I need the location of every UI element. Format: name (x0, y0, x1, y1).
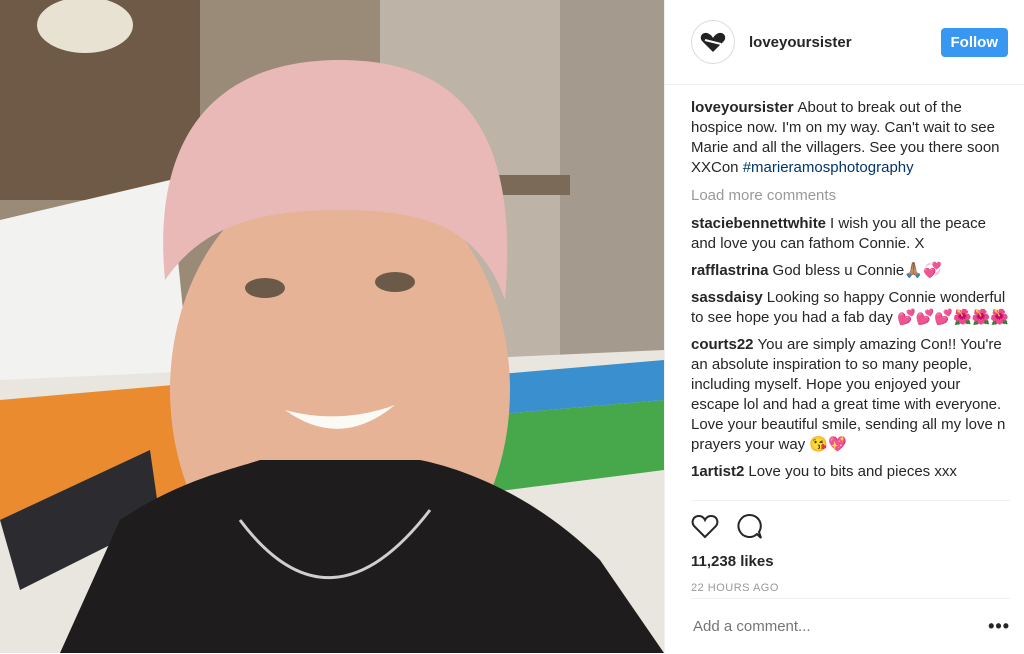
follow-button[interactable]: Follow (940, 27, 1008, 57)
comment: courts22 You are simply amazing Con!! You… (691, 335, 1010, 455)
comment-author[interactable]: courts22 (691, 336, 754, 353)
comment: rafflastrina God bless u Connie🙏🏽💞 (691, 261, 1010, 281)
comment-author[interactable]: sassdaisy (691, 289, 763, 306)
post-timestamp[interactable]: 22 HOURS AGO (691, 582, 1010, 594)
avatar[interactable] (691, 20, 735, 64)
load-more-comments[interactable]: Load more comments (691, 186, 1010, 206)
heart-icon[interactable] (691, 513, 719, 539)
comment-author[interactable]: staciebennettwhite (691, 215, 826, 232)
post-header: loveyoursister Follow (665, 0, 1024, 85)
heart-logo-icon (700, 32, 726, 52)
comment-author[interactable]: rafflastrina (691, 262, 769, 279)
action-icons (691, 511, 1010, 541)
caption-author[interactable]: loveyoursister (691, 99, 794, 116)
selfie-image (0, 0, 664, 653)
comments-list: loveyoursister About to break out of the … (691, 98, 1010, 502)
add-comment-bar: ••• (691, 598, 1010, 654)
comment-text: You are simply amazing Con!! You're an a… (691, 336, 1006, 453)
comment: 1artist2 Love you to bits and pieces xxx (691, 462, 1010, 482)
post-sidebar: loveyoursister Follow loveyoursister Abou… (664, 0, 1024, 653)
caption-hashtag[interactable]: #marieramosphotography (743, 159, 914, 176)
instagram-post: loveyoursister Follow loveyoursister Abou… (0, 0, 1024, 653)
more-options-icon[interactable]: ••• (988, 616, 1010, 637)
post-photo[interactable] (0, 0, 664, 653)
likes-count[interactable]: 11,238 likes (691, 553, 1010, 570)
comment: staciebennettwhite I wish you all the pea… (691, 214, 1010, 254)
comment-text: Love you to bits and pieces xxx (748, 463, 957, 480)
post-actions: 11,238 likes 22 HOURS AGO (691, 500, 1010, 594)
comment-icon[interactable] (735, 512, 763, 540)
post-username[interactable]: loveyoursister (749, 34, 941, 51)
caption: loveyoursister About to break out of the … (691, 98, 1010, 178)
comment-author[interactable]: 1artist2 (691, 463, 744, 480)
add-comment-input[interactable] (691, 617, 975, 636)
comment: sassdaisy Looking so happy Connie wonderf… (691, 288, 1010, 328)
comment-text: God bless u Connie🙏🏽💞 (772, 262, 942, 279)
